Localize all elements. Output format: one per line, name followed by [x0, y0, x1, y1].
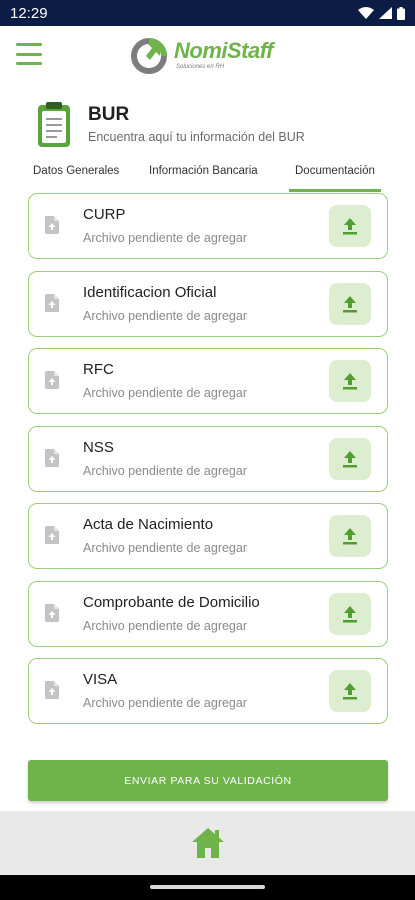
- document-list: CURP Archivo pendiente de agregar Identi…: [28, 193, 388, 736]
- tab-label: Documentación: [295, 165, 375, 177]
- document-title: Identificacion Oficial: [83, 283, 217, 301]
- document-status: Archivo pendiente de agregar: [83, 308, 248, 323]
- upload-icon: [343, 373, 357, 390]
- home-icon[interactable]: [190, 826, 226, 860]
- file-upload-icon: [45, 448, 59, 467]
- document-title: VISA: [83, 671, 118, 688]
- wifi-icon: [358, 7, 374, 19]
- submit-label: ENVIAR PARA SU VALIDACIÓN: [124, 774, 292, 787]
- status-icons: [358, 6, 405, 20]
- document-card-comprobante-de-domicilio: Comprobante de Domicilio Archivo pendien…: [28, 580, 388, 647]
- status-time: 12:29: [10, 4, 48, 22]
- submit-for-validation-button[interactable]: ENVIAR PARA SU VALIDACIÓN: [28, 760, 388, 801]
- file-upload-icon: [45, 371, 59, 389]
- document-status: Archivo pendiente de agregar: [83, 386, 248, 400]
- tab-label: Información Bancaria: [149, 165, 258, 177]
- file-upload-icon: [45, 216, 59, 234]
- hamburger-icon[interactable]: [16, 43, 42, 65]
- system-navigation-bar: [0, 875, 415, 900]
- file-upload-icon: [45, 603, 59, 622]
- document-card-curp: CURP Archivo pendiente de agregar: [28, 193, 388, 259]
- tab-informacion-bancaria[interactable]: Información Bancaria: [149, 158, 258, 192]
- upload-icon: [343, 218, 357, 235]
- document-card-rfc: RFC Archivo pendiente de agregar: [28, 348, 388, 414]
- section-subtitle: Encuentra aquí tu información del BUR: [88, 130, 305, 144]
- app-bar: NomiStaff Soluciones en RH: [0, 26, 415, 88]
- clipboard-icon: [38, 102, 70, 147]
- upload-button[interactable]: [329, 592, 371, 635]
- upload-icon: [343, 683, 357, 700]
- document-status: Archivo pendiente de agregar: [83, 618, 248, 633]
- file-upload-icon: [45, 526, 59, 544]
- bottom-bar: [0, 811, 415, 875]
- upload-button[interactable]: [329, 360, 371, 402]
- upload-button[interactable]: [329, 670, 371, 712]
- file-upload-icon: [45, 293, 59, 312]
- document-title: RFC: [83, 361, 114, 378]
- document-status: Archivo pendiente de agregar: [83, 463, 248, 478]
- document-card-acta-de-nacimiento: Acta de Nacimiento Archivo pendiente de …: [28, 503, 388, 569]
- document-card-nss: NSS Archivo pendiente de agregar: [28, 425, 388, 492]
- document-status: Archivo pendiente de agregar: [83, 696, 248, 710]
- upload-button[interactable]: [329, 205, 371, 247]
- logo-name: NomiStaff: [174, 38, 274, 63]
- nomistaff-logo: NomiStaff Soluciones en RH: [128, 34, 288, 80]
- logo-mark-icon: [131, 38, 167, 74]
- gesture-handle[interactable]: [150, 885, 265, 889]
- section-header: BUR Encuentra aquí tu información del BU…: [36, 100, 396, 150]
- logo-tagline: Soluciones en RH: [176, 64, 225, 70]
- document-card-visa: VISA Archivo pendiente de agregar: [28, 658, 388, 724]
- upload-button[interactable]: [329, 282, 371, 325]
- tab-datos-generales[interactable]: Datos Generales: [33, 158, 119, 192]
- document-title: CURP: [83, 206, 126, 223]
- document-title: NSS: [83, 438, 114, 456]
- tab-label: Datos Generales: [33, 165, 120, 177]
- upload-button[interactable]: [329, 515, 371, 557]
- document-status: Archivo pendiente de agregar: [83, 231, 248, 245]
- upload-button[interactable]: [329, 437, 371, 480]
- tab-documentacion[interactable]: Documentación: [289, 158, 381, 192]
- battery-icon: [397, 6, 405, 20]
- upload-icon: [343, 605, 357, 622]
- signal-icon: [379, 7, 392, 19]
- upload-icon: [343, 528, 357, 545]
- document-title: Acta de Nacimiento: [83, 516, 214, 533]
- status-bar: 12:29: [0, 0, 415, 26]
- file-upload-icon: [45, 681, 59, 699]
- document-title: Comprobante de Domicilio: [83, 593, 260, 611]
- upload-icon: [343, 295, 357, 312]
- section-title: BUR: [88, 104, 130, 125]
- document-status: Archivo pendiente de agregar: [83, 541, 248, 555]
- tab-bar: Datos Generales Información Bancaria Doc…: [0, 158, 415, 194]
- upload-icon: [343, 450, 357, 467]
- document-card-identificacion-oficial: Identificacion Oficial Archivo pendiente…: [28, 270, 388, 337]
